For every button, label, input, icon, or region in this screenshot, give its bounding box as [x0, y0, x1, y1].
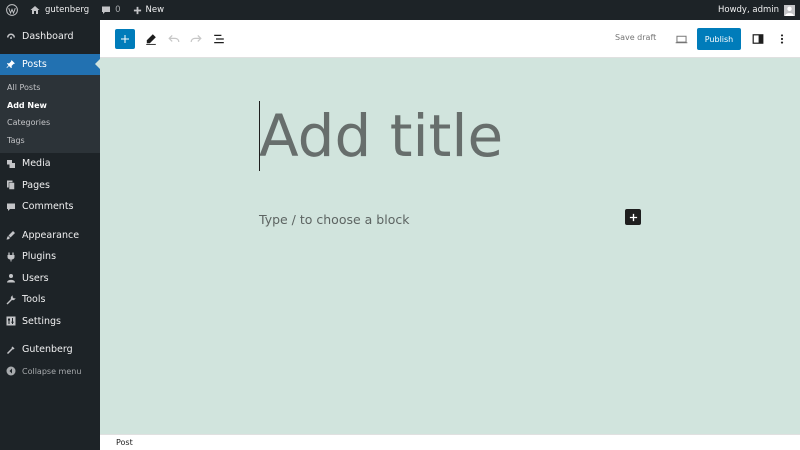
- desktop-icon: [675, 35, 687, 43]
- sidebar-item-label: Tools: [22, 294, 46, 306]
- media-icon: [6, 159, 16, 169]
- sidebar-item-plugins[interactable]: Plugins: [0, 246, 100, 268]
- sidebar-item-appearance[interactable]: Appearance: [0, 225, 100, 247]
- tools-pencil-button[interactable]: [142, 30, 160, 48]
- sidebar-item-label: Media: [22, 158, 51, 170]
- pin-icon: [6, 59, 16, 69]
- post-title-input[interactable]: Add title: [259, 100, 503, 172]
- sidebar-item-media[interactable]: Media: [0, 153, 100, 175]
- sidebar-item-label: Comments: [22, 201, 74, 213]
- redo-icon: [190, 34, 202, 43]
- plus-icon: [629, 213, 637, 221]
- editor-toolbar: Save draft Publish: [100, 20, 800, 58]
- options-menu-button[interactable]: [773, 30, 791, 48]
- more-vertical-icon: [780, 34, 784, 44]
- admin-sidebar: Dashboard Posts All Posts Add New Catego…: [0, 20, 100, 450]
- comments-icon: [6, 202, 16, 212]
- text-caret: [259, 101, 260, 171]
- add-block-button[interactable]: [625, 209, 641, 225]
- greeting: Howdy, admin: [717, 5, 779, 15]
- sidebar-item-label: Gutenberg: [22, 344, 73, 356]
- sidebar-item-label: Users: [22, 272, 49, 284]
- plus-icon: [133, 6, 142, 15]
- new-content-link[interactable]: New: [127, 0, 171, 20]
- submenu-item-add-new[interactable]: Add New: [0, 97, 100, 115]
- redo-button[interactable]: [187, 30, 205, 48]
- new-label: New: [145, 5, 165, 15]
- comment-bubble-icon: [101, 5, 111, 15]
- collapse-menu-button[interactable]: Collapse menu: [0, 361, 100, 383]
- undo-icon: [168, 34, 180, 43]
- settings-sidebar-toggle[interactable]: [749, 30, 767, 48]
- save-draft-button[interactable]: Save draft: [615, 33, 656, 42]
- wordpress-logo-icon[interactable]: [0, 0, 24, 20]
- sidebar-item-posts[interactable]: Posts: [0, 53, 100, 75]
- sidebar-item-label: Plugins: [22, 251, 57, 263]
- gutenberg-icon: [6, 345, 16, 355]
- site-name-link[interactable]: gutenberg: [24, 0, 95, 20]
- sidebar-item-label: Dashboard: [22, 31, 74, 43]
- collapse-menu-label: Collapse menu: [22, 366, 82, 376]
- sidebar-item-gutenberg[interactable]: Gutenberg: [0, 339, 100, 361]
- tools-icon: [6, 295, 16, 305]
- dashboard-icon: [6, 32, 16, 42]
- sidebar-item-pages[interactable]: Pages: [0, 175, 100, 197]
- comments-count: 0: [115, 5, 121, 15]
- block-placeholder[interactable]: Type / to choose a block: [259, 212, 409, 227]
- plus-icon: [121, 35, 129, 43]
- list-view-icon: [214, 34, 224, 44]
- plugins-icon: [6, 252, 16, 262]
- sidebar-item-label: Settings: [22, 315, 61, 327]
- sidebar-item-tools[interactable]: Tools: [0, 289, 100, 311]
- submenu-item-all-posts[interactable]: All Posts: [0, 79, 100, 97]
- submenu-item-tags[interactable]: Tags: [0, 132, 100, 150]
- sidebar-icon: [752, 34, 764, 44]
- sidebar-item-dashboard[interactable]: Dashboard: [0, 26, 100, 48]
- sidebar-item-label: Appearance: [22, 229, 80, 241]
- document-overview-button[interactable]: [210, 30, 228, 48]
- sidebar-item-comments[interactable]: Comments: [0, 196, 100, 218]
- appearance-icon: [6, 230, 16, 240]
- users-icon: [6, 273, 16, 283]
- sidebar-item-users[interactable]: Users: [0, 268, 100, 290]
- settings-icon: [6, 316, 16, 326]
- breadcrumb[interactable]: Post: [116, 438, 133, 447]
- sidebar-item-label: Posts: [22, 58, 47, 70]
- collapse-arrow-icon: [6, 366, 16, 376]
- comments-link[interactable]: 0: [95, 0, 126, 20]
- sidebar-item-settings[interactable]: Settings: [0, 311, 100, 333]
- submenu-item-categories[interactable]: Categories: [0, 114, 100, 132]
- pencil-icon: [146, 34, 156, 45]
- block-inserter-button[interactable]: [115, 29, 135, 49]
- preview-button[interactable]: [672, 30, 690, 48]
- avatar: [784, 4, 795, 16]
- editor-footer: Post: [100, 434, 800, 450]
- site-name: gutenberg: [45, 5, 90, 15]
- publish-button[interactable]: Publish: [697, 28, 741, 50]
- sidebar-item-label: Pages: [22, 179, 50, 191]
- home-icon: [30, 5, 40, 15]
- undo-button[interactable]: [165, 30, 183, 48]
- posts-submenu: All Posts Add New Categories Tags: [0, 75, 100, 153]
- editor-canvas: Add title Type / to choose a block: [100, 58, 800, 434]
- my-account[interactable]: Howdy, admin: [717, 4, 800, 16]
- pages-icon: [6, 180, 16, 190]
- admin-bar: gutenberg 0 New Howdy, admin: [0, 0, 800, 20]
